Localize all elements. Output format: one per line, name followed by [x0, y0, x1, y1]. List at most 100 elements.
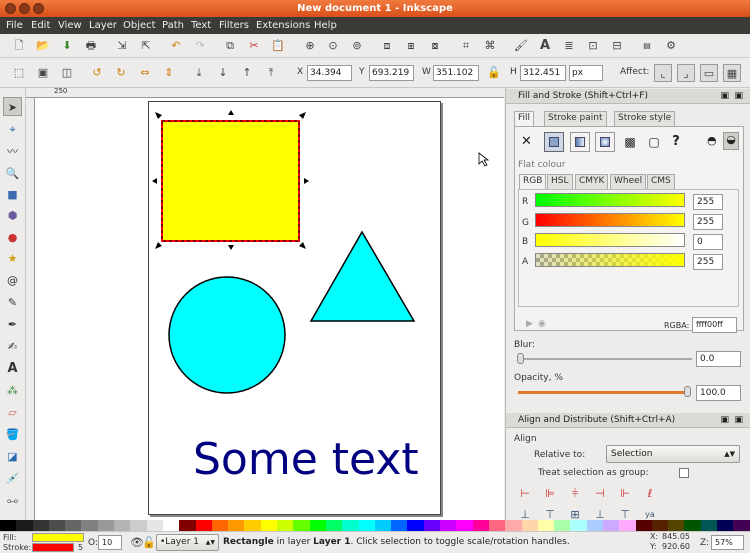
copy-icon[interactable]: ⧉ [221, 37, 239, 55]
fill-rule-evenodd-icon[interactable]: ◓ [707, 134, 717, 147]
clone-icon[interactable]: ⧆ [402, 37, 420, 55]
palette-swatch[interactable] [130, 520, 147, 531]
flip-vertical-icon[interactable]: ⇕ [160, 64, 178, 82]
new-document-icon[interactable]: 🗋 [10, 37, 28, 55]
calligraphy-tool-icon[interactable]: ✍ [3, 337, 22, 356]
alpha-value[interactable]: 255 [693, 254, 723, 270]
palette-swatch[interactable] [211, 520, 229, 531]
color-tab-hsl[interactable]: HSL [547, 174, 573, 189]
rectangle-tool-icon[interactable]: ■ [3, 185, 22, 204]
selector-tool-icon[interactable]: ➤ [3, 97, 22, 116]
dock-iconify-icon[interactable]: ▣ [720, 89, 729, 104]
unset-paint-icon[interactable]: ? [666, 132, 686, 152]
maximize-window-button[interactable] [33, 3, 44, 14]
deselect-icon[interactable]: ◫ [58, 64, 76, 82]
blur-slider[interactable] [518, 358, 692, 360]
fill-rule-nonzero-icon[interactable]: ◒ [723, 132, 739, 150]
move-gradients-icon[interactable]: ▭ [700, 64, 718, 82]
menu-object[interactable]: Object [123, 17, 156, 34]
zoom-drawing-icon[interactable]: ⊙ [324, 37, 342, 55]
palette-swatch[interactable] [260, 520, 278, 531]
align-left-edges-icon[interactable]: ⊫ [541, 485, 559, 503]
palette-swatch[interactable] [16, 520, 33, 531]
palette-swatch[interactable] [325, 520, 343, 531]
align-left-edge-to-right-icon[interactable]: ⊩ [616, 485, 634, 503]
lower-icon[interactable]: ↓ [214, 64, 232, 82]
center-vertical-axis-icon[interactable]: ⫩ [566, 485, 584, 503]
palette-swatch[interactable] [440, 520, 457, 531]
color-tab-cms[interactable]: CMS [647, 174, 675, 189]
scale-corners-icon[interactable]: ⌟ [677, 64, 695, 82]
opacity-status-input[interactable]: 10 [98, 535, 122, 550]
palette-swatch[interactable] [733, 520, 750, 531]
palette-swatch[interactable] [521, 520, 538, 531]
print-icon[interactable]: 🖶 [82, 37, 100, 55]
treat-as-group-checkbox[interactable] [679, 468, 689, 478]
palette-swatch[interactable] [586, 520, 603, 531]
flip-horizontal-icon[interactable]: ⇔ [136, 64, 154, 82]
red-slider[interactable] [535, 193, 685, 207]
3d-box-tool-icon[interactable]: ⬢ [3, 206, 22, 225]
move-patterns-icon[interactable]: ▦ [723, 64, 741, 82]
w-input[interactable]: 351.102 [433, 65, 479, 81]
unit-select[interactable]: px [569, 65, 603, 81]
palette-swatch[interactable] [717, 520, 734, 531]
align-distribute-icon[interactable]: ⊟ [608, 37, 626, 55]
no-paint-icon[interactable]: ✕ [521, 134, 532, 149]
palette-swatch[interactable] [374, 520, 392, 531]
tab-fill[interactable]: Fill [514, 111, 535, 126]
red-value[interactable]: 255 [693, 194, 723, 210]
align-header[interactable]: Align and Distribute (Shift+Ctrl+A) ▣ ▣ [506, 413, 750, 428]
tab-stroke-style[interactable]: Stroke style [614, 111, 676, 126]
menu-text[interactable]: Text [191, 17, 211, 34]
select-all-icon[interactable]: ⬚ [10, 64, 28, 82]
unlink-clone-icon[interactable]: ⧇ [426, 37, 444, 55]
undo-icon[interactable]: ↶ [167, 37, 185, 55]
swatch-icon[interactable]: ▢ [644, 132, 664, 152]
group-icon[interactable]: ⌗ [457, 37, 475, 55]
palette-swatch[interactable] [635, 520, 652, 531]
node-tool-icon[interactable]: ⌖ [3, 120, 22, 139]
lower-to-bottom-icon[interactable]: ⤓ [190, 64, 208, 82]
palette-swatch[interactable] [619, 520, 636, 531]
linear-gradient-icon[interactable] [570, 132, 590, 152]
palette-swatch[interactable] [32, 520, 49, 531]
palette-swatch[interactable] [391, 520, 408, 531]
palette-swatch[interactable] [456, 520, 473, 531]
menu-extensions[interactable]: Extensions [256, 17, 310, 34]
star-tool-icon[interactable]: ★ [3, 249, 22, 268]
rotate-cw-icon[interactable]: ↻ [112, 64, 130, 82]
zoom-tool-icon[interactable]: 🔍 [3, 164, 22, 183]
ellipse-tool-icon[interactable]: ● [3, 228, 22, 247]
palette-swatch[interactable] [162, 520, 180, 531]
close-window-button[interactable] [5, 3, 16, 14]
horizontal-ruler[interactable]: 250 [26, 87, 504, 98]
zoom-page-icon[interactable]: ⊚ [348, 37, 366, 55]
palette-swatch[interactable] [179, 520, 196, 531]
fill-stroke-header[interactable]: Fill and Stroke (Shift+Ctrl+F) ▣ ▣ [506, 89, 750, 104]
palette-swatch[interactable] [651, 520, 669, 531]
layers-icon[interactable]: ≣ [560, 37, 578, 55]
palette-swatch[interactable] [195, 520, 212, 531]
align-right-edges-icon[interactable]: ⊣ [591, 485, 609, 503]
align-right-edge-to-left-icon[interactable]: ⊢ [516, 485, 534, 503]
green-slider[interactable] [535, 213, 685, 227]
layer-select[interactable]: •Layer 1 ▲▼ [156, 534, 219, 551]
text-tool-icon[interactable]: A [3, 359, 22, 378]
spray-tool-icon[interactable]: ⁂ [3, 381, 22, 400]
flat-color-icon[interactable] [544, 132, 564, 152]
palette-swatch[interactable] [244, 520, 261, 531]
export-icon[interactable]: ⇱ [137, 37, 155, 55]
raise-to-top-icon[interactable]: ⤒ [262, 64, 280, 82]
palette-swatch[interactable] [554, 520, 571, 531]
vertical-ruler[interactable] [26, 98, 35, 520]
raise-icon[interactable]: ↑ [238, 64, 256, 82]
palette-swatch[interactable] [537, 520, 555, 531]
open-file-icon[interactable]: 📂 [34, 37, 52, 55]
palette-swatch[interactable] [700, 520, 718, 531]
palette-swatch[interactable] [602, 520, 620, 531]
pen-tool-icon[interactable]: ✒ [3, 315, 22, 334]
connector-tool-icon[interactable]: ⧟ [3, 491, 22, 510]
palette-swatch[interactable] [277, 520, 294, 531]
spiral-tool-icon[interactable]: @ [3, 271, 22, 290]
